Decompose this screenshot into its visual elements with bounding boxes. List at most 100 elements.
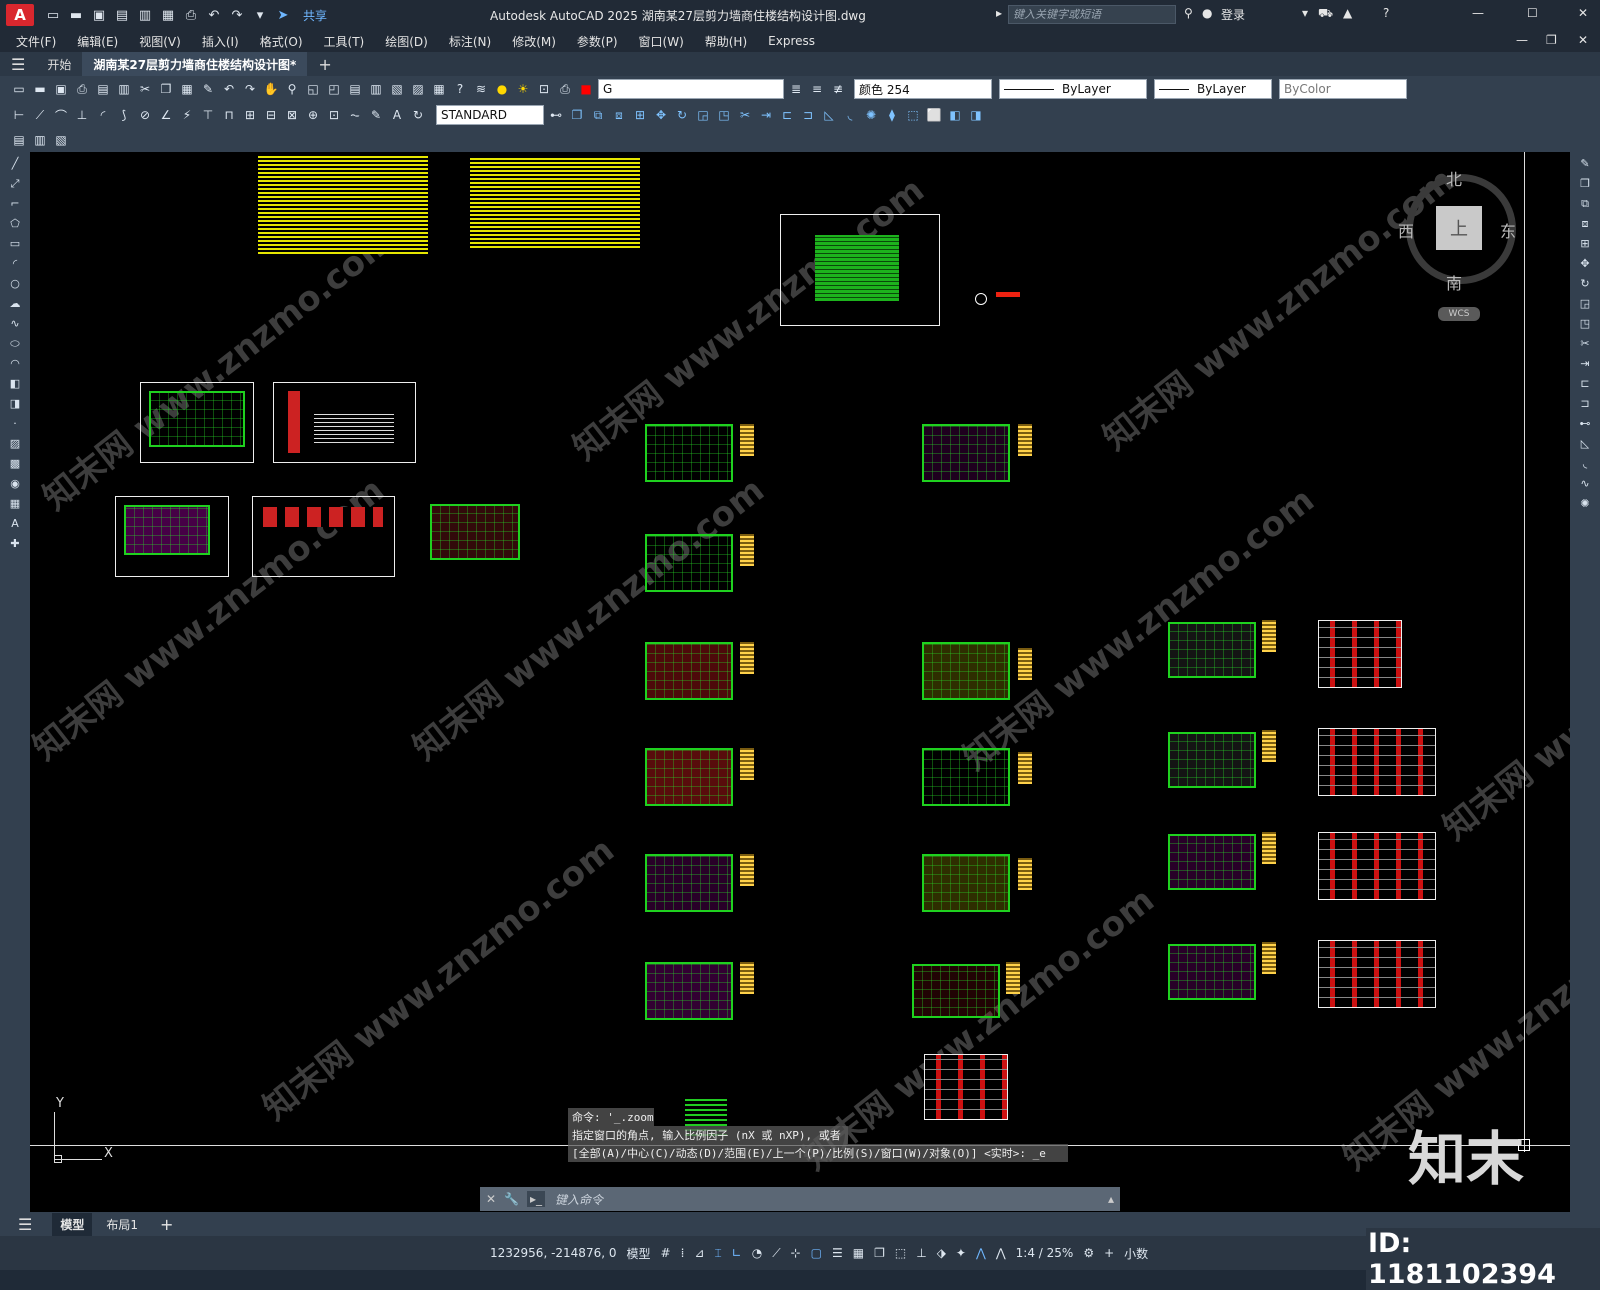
trim-icon[interactable]: ✂ xyxy=(736,106,754,124)
join-icon[interactable]: ⊐ xyxy=(799,106,817,124)
fillet-icon[interactable]: ◟ xyxy=(841,106,859,124)
layer-walk-icon[interactable]: ▧ xyxy=(52,131,70,149)
move-icon[interactable]: ✥ xyxy=(652,106,670,124)
chamfer-tool-icon[interactable]: ◺ xyxy=(1576,435,1594,452)
ellipse-arc-icon[interactable]: ◠ xyxy=(6,355,24,372)
paste-icon[interactable]: ▦ xyxy=(178,80,196,98)
multiline-text-icon[interactable]: A xyxy=(6,515,24,532)
command-history-toggle-icon[interactable]: ▴ xyxy=(1108,1192,1114,1206)
stretch-tool-icon[interactable]: ◳ xyxy=(1576,315,1594,332)
doc-close-icon[interactable]: ✕ xyxy=(1578,33,1588,47)
search-expand-icon[interactable]: ▸ xyxy=(996,6,1002,20)
break-tool-icon[interactable]: ⊐ xyxy=(1576,395,1594,412)
menu-dimension[interactable]: 标注(N) xyxy=(449,33,491,50)
dimension-text-edit-icon[interactable]: A xyxy=(388,106,406,124)
lineweight-icon[interactable]: ☰ xyxy=(832,1246,843,1260)
cart-icon[interactable]: ⛟ xyxy=(1318,6,1333,22)
share-button[interactable]: 共享 xyxy=(303,7,327,24)
tab-current-drawing[interactable]: 湖南某27层剪力墙商住楼结构设计图* xyxy=(82,52,308,76)
plot-icon[interactable]: ⎙ xyxy=(73,80,91,98)
selection-cycling-icon[interactable]: ❐ xyxy=(874,1246,885,1260)
group-icon[interactable]: ⬚ xyxy=(904,106,922,124)
drawing-canvas[interactable]: 知末网 www.znzmo.com 知末网 www.znzmo.com 知末网 … xyxy=(30,152,1570,1212)
redo-icon[interactable]: ↷ xyxy=(241,80,259,98)
inspect-icon[interactable]: ⊡ xyxy=(325,106,343,124)
help-icon[interactable]: ? xyxy=(451,80,469,98)
sheet-set-icon[interactable]: ▨ xyxy=(409,80,427,98)
insert-block-icon[interactable]: ◧ xyxy=(6,375,24,392)
center-mark-icon[interactable]: ⊕ xyxy=(304,106,322,124)
grid-icon[interactable]: # xyxy=(661,1246,671,1260)
dimension-break-icon[interactable]: ⊟ xyxy=(262,106,280,124)
break-point-icon[interactable]: ⊏ xyxy=(1576,375,1594,392)
scale-tool-icon[interactable]: ◲ xyxy=(1576,295,1594,312)
arc-length-icon[interactable]: ⌒ xyxy=(52,106,70,124)
hamburger-menu-icon[interactable]: ☰ xyxy=(0,52,36,76)
account-dropdown-icon[interactable]: ▾ xyxy=(1302,6,1308,20)
menu-file[interactable]: 文件(F) xyxy=(16,33,56,50)
polygon-icon[interactable]: ⬠ xyxy=(6,215,24,232)
infer-constraints-icon[interactable]: ⊿ xyxy=(694,1246,704,1260)
jogged-linear-icon[interactable]: ⏦ xyxy=(346,106,364,124)
dimension-style-icon[interactable]: ⊷ xyxy=(547,106,565,124)
gradient-icon[interactable]: ▩ xyxy=(6,455,24,472)
spline-icon[interactable]: ∿ xyxy=(6,315,24,332)
menu-view[interactable]: 视图(V) xyxy=(139,33,181,50)
tab-model[interactable]: 模型 xyxy=(52,1212,93,1236)
new-icon[interactable]: ▭ xyxy=(10,80,28,98)
fillet-tool-icon[interactable]: ◟ xyxy=(1576,455,1594,472)
minimize-window-icon[interactable]: — xyxy=(1472,6,1484,20)
calculator-icon[interactable]: ▦ xyxy=(430,80,448,98)
layer-states-icon[interactable]: ≢ xyxy=(829,80,847,98)
explode-tool-icon[interactable]: ✺ xyxy=(1576,495,1594,512)
copy-icon[interactable]: ❐ xyxy=(157,80,175,98)
dynamic-ucs-icon[interactable]: ⊥ xyxy=(916,1246,926,1260)
circle-icon[interactable]: ○ xyxy=(6,275,24,292)
ordinate-icon[interactable]: ⊥ xyxy=(73,106,91,124)
line-tool-icon[interactable]: ╱ xyxy=(6,155,24,172)
zoom-previous-icon[interactable]: ◰ xyxy=(325,80,343,98)
menu-window[interactable]: 窗口(W) xyxy=(639,33,684,50)
units-display[interactable]: 小数 xyxy=(1124,1245,1148,1262)
autodesk-a360-icon[interactable]: ▲ xyxy=(1343,6,1352,20)
continue-icon[interactable]: ⊓ xyxy=(220,106,238,124)
snap-icon[interactable]: ⁞ xyxy=(681,1246,685,1260)
annotation-scale[interactable]: 1:4 / 25% xyxy=(1016,1246,1074,1260)
menu-edit[interactable]: 编辑(E) xyxy=(77,33,118,50)
jogged-icon[interactable]: ⟆ xyxy=(115,106,133,124)
hatch-icon[interactable]: ▨ xyxy=(6,435,24,452)
recent-commands-icon[interactable]: ▸_ xyxy=(527,1191,546,1207)
open-folder-icon[interactable]: ▬ xyxy=(67,6,85,24)
array-tool-icon[interactable]: ⊞ xyxy=(1576,235,1594,252)
menu-tools[interactable]: 工具(T) xyxy=(324,33,365,50)
ungroup-icon[interactable]: ⬜ xyxy=(925,106,943,124)
login-button[interactable]: 登录 xyxy=(1221,6,1245,23)
layout-menu-icon[interactable]: ☰ xyxy=(18,1215,32,1234)
tab-start[interactable]: 开始 xyxy=(36,52,82,76)
cut-icon[interactable]: ✂ xyxy=(136,80,154,98)
layer-plot-icon[interactable]: ⎙ xyxy=(556,80,574,98)
menu-express[interactable]: Express xyxy=(768,34,815,48)
coordinate-display[interactable]: 1232956, -214876, 0 xyxy=(490,1246,616,1260)
rectangle-icon[interactable]: ▭ xyxy=(6,235,24,252)
publish-icon[interactable]: ▥ xyxy=(115,80,133,98)
layout-wizard-icon[interactable]: ▥ xyxy=(31,131,49,149)
properties-icon[interactable]: ▤ xyxy=(346,80,364,98)
layer-properties-icon[interactable]: ≋ xyxy=(472,80,490,98)
model-space-toggle[interactable]: 模型 xyxy=(626,1245,650,1262)
tool-palettes-icon[interactable]: ▧ xyxy=(388,80,406,98)
region-icon[interactable]: ◉ xyxy=(6,475,24,492)
save-web-icon[interactable]: ▦ xyxy=(159,6,177,24)
layer-freeze-icon[interactable]: ☀ xyxy=(514,80,532,98)
layer-previous-icon[interactable]: ≡ xyxy=(808,80,826,98)
new-file-icon[interactable]: ▭ xyxy=(44,6,62,24)
copy-obj-icon[interactable]: ❐ xyxy=(568,106,586,124)
menu-modify[interactable]: 修改(M) xyxy=(512,33,556,50)
customize-dropdown-icon[interactable]: ▾ xyxy=(251,6,269,24)
diameter-icon[interactable]: ⊘ xyxy=(136,106,154,124)
annotation-monitor-icon[interactable]: + xyxy=(1104,1246,1114,1260)
undo-icon[interactable]: ↶ xyxy=(220,80,238,98)
tolerance-icon[interactable]: ⊠ xyxy=(283,106,301,124)
plot-icon[interactable]: ⎙ xyxy=(182,6,200,24)
dimension-space-icon[interactable]: ⊞ xyxy=(241,106,259,124)
